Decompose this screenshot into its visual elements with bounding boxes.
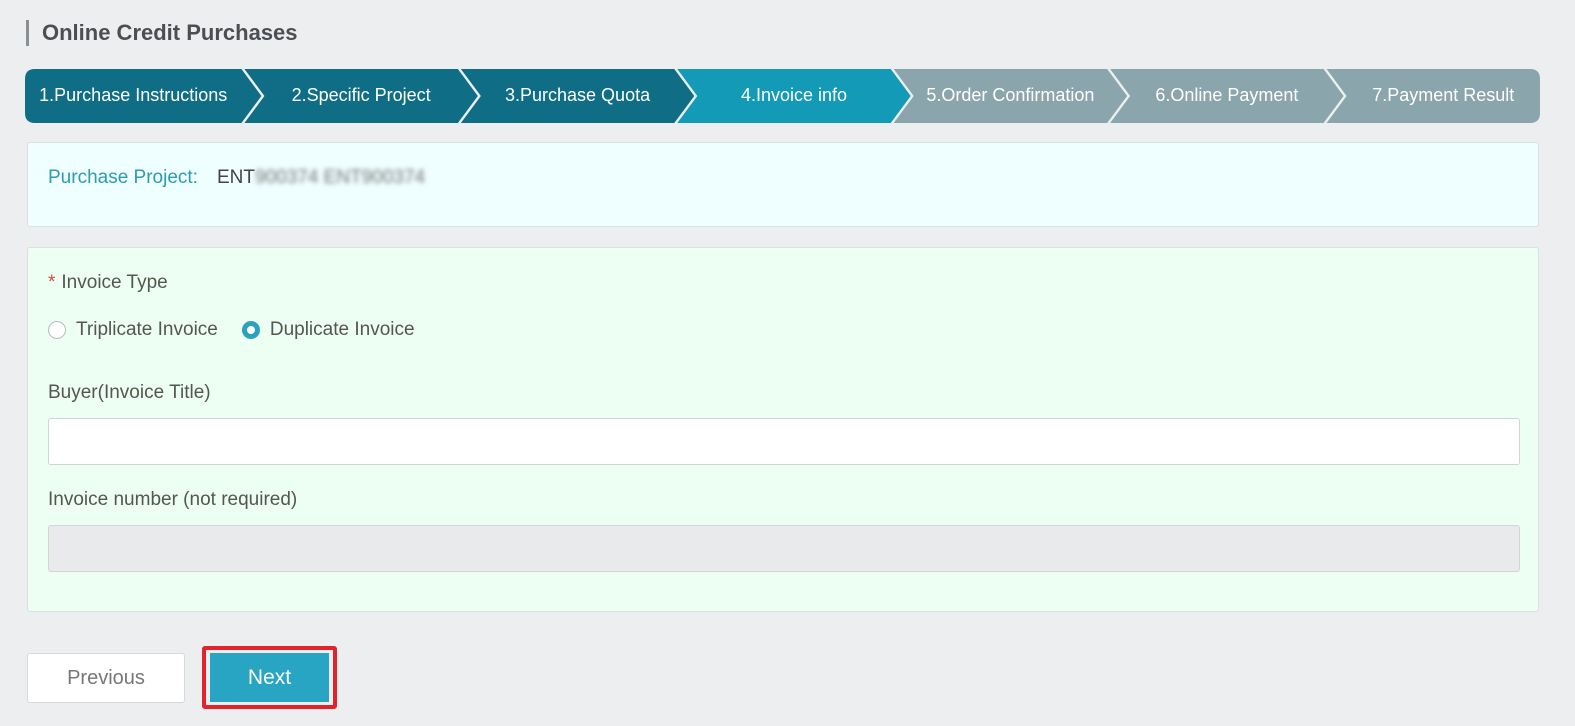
radio-duplicate-invoice[interactable]: Duplicate Invoice — [241, 319, 415, 341]
invoice-number-label: Invoice number (not required) — [48, 489, 298, 510]
buyer-label: Buyer(Invoice Title) — [48, 382, 211, 403]
step-1-label: 1.Purchase Instructions — [39, 85, 228, 105]
radio-unchecked-icon[interactable] — [48, 321, 66, 339]
step-4-label: 4.Invoice info — [740, 85, 848, 105]
step-2-label: 2.Specific Project — [291, 85, 431, 105]
step-3-label: 3.Purchase Quota — [505, 85, 651, 105]
radio-triplicate-invoice[interactable]: Triplicate Invoice — [48, 319, 218, 341]
purchase-project-label: Purchase Project: — [48, 167, 198, 188]
step-5-label: 5.Order Confirmation — [926, 85, 1095, 105]
purchase-project-value: ENT900374 ENT900374 — [217, 167, 425, 189]
step-progress-bar: 1.Purchase Instructions 2.Specific Proje… — [25, 69, 1540, 123]
purchase-project-card: Purchase Project: ENT900374 ENT900374 — [27, 142, 1539, 227]
invoice-type-radio-group: Triplicate Invoice Duplicate Invoice — [48, 317, 439, 343]
project-value-visible: ENT — [217, 167, 255, 188]
page-title: Online Credit Purchases — [26, 20, 298, 46]
radio-triplicate-label: Triplicate Invoice — [76, 319, 218, 340]
required-mark: * — [48, 272, 56, 293]
radio-checked-icon[interactable] — [241, 321, 260, 339]
next-button-highlight: Next — [202, 646, 337, 709]
step-7-label: 7.Payment Result — [1372, 85, 1515, 105]
step-6-label: 6.Online Payment — [1155, 85, 1299, 105]
radio-duplicate-label: Duplicate Invoice — [269, 319, 415, 340]
previous-button[interactable]: Previous — [27, 653, 185, 703]
invoice-number-input[interactable] — [48, 525, 1520, 572]
project-value-redacted: 900374 ENT900374 — [255, 167, 426, 188]
invoice-type-label: * Invoice Type — [48, 272, 168, 294]
invoice-form-card: * Invoice Type Triplicate Invoice Duplica… — [27, 247, 1539, 612]
next-button[interactable]: Next — [210, 653, 329, 702]
buyer-input[interactable] — [48, 418, 1520, 465]
invoice-type-text: Invoice Type — [61, 272, 168, 293]
